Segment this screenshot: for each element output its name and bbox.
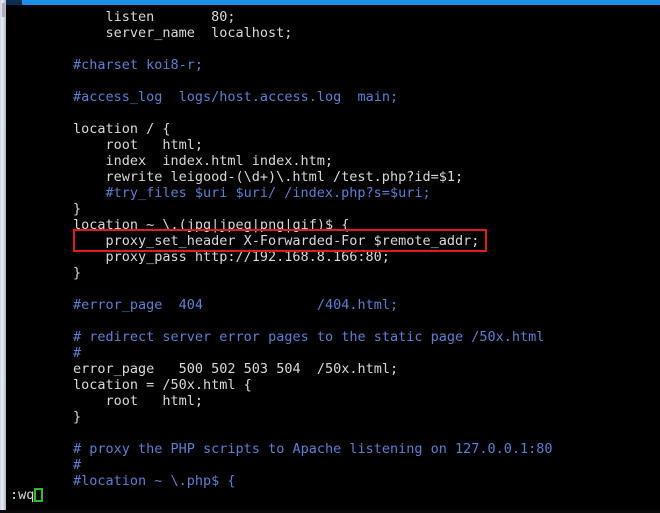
window-left-accent <box>2 3 5 17</box>
code-line: index index.html index.htm; <box>105 153 334 169</box>
vim-command-line[interactable]: :wq <box>10 487 44 503</box>
vim-command-text: :wq <box>10 487 35 503</box>
code-line: server_name localhost; <box>105 25 293 41</box>
code-line: #access_log logs/host.access.log main; <box>73 89 399 105</box>
code-line: root html; <box>105 393 204 409</box>
code-line: rewrite leigood-(\d+)\.html /test.php?id… <box>105 169 464 185</box>
code-line: location ~ \.(jpg|jpeg|png|gif)$ { <box>73 217 350 233</box>
code-line: #charset koi8-r; <box>73 57 204 73</box>
code-line: location / { <box>73 121 171 137</box>
code-line: } <box>73 409 82 425</box>
code-line: proxy_set_header X-Forwarded-For $remote… <box>105 233 480 249</box>
code-line: root html; <box>105 137 204 153</box>
terminal-window: listen 80; server_name localhost; #charset… <box>0 0 660 513</box>
text-cursor <box>34 488 44 502</box>
code-line: # <box>73 457 82 473</box>
code-line: #try_files $uri $uri/ /index.php?s=$uri; <box>105 185 431 201</box>
code-line: location = /50x.html { <box>73 377 252 393</box>
code-line: # redirect server error pages to the sta… <box>73 329 545 345</box>
code-line: # proxy the PHP scripts to Apache listen… <box>73 441 553 457</box>
code-line: } <box>73 201 82 217</box>
code-line: # <box>73 345 82 361</box>
code-line: #location ~ \.php$ { <box>73 473 236 489</box>
code-line: proxy_pass http://192.168.8.166:80; <box>105 249 390 265</box>
code-line: listen 80; <box>105 9 236 25</box>
code-line: } <box>73 265 82 281</box>
code-line: #error_page 404 /404.html; <box>73 297 399 313</box>
code-line: error_page 500 502 503 504 /50x.html; <box>73 361 399 377</box>
editor-text-area[interactable]: listen 80; server_name localhost; #charset… <box>10 5 660 510</box>
